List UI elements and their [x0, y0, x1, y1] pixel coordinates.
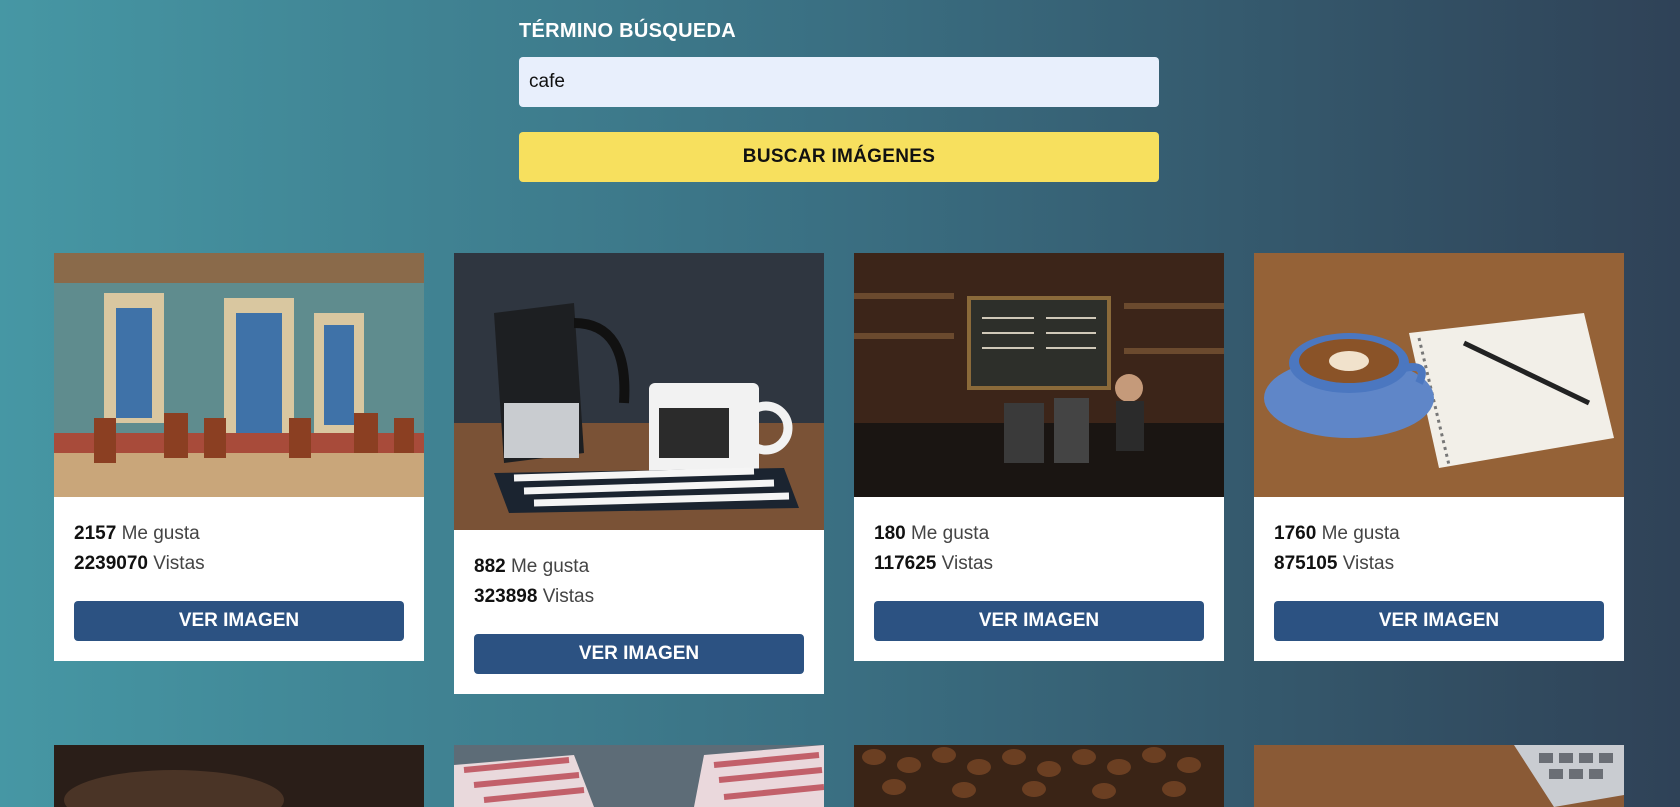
views-stat: 875105 Vistas [1274, 549, 1604, 579]
likes-label: Me gusta [1321, 523, 1400, 544]
likes-label: Me gusta [510, 556, 590, 577]
image-thumbnail [454, 253, 824, 530]
image-thumbnail [454, 745, 824, 807]
search-button[interactable]: BUSCAR IMÁGENES [519, 132, 1159, 182]
view-image-button[interactable]: VER IMAGEN [474, 634, 804, 674]
likes-count: 1760 [1274, 523, 1317, 544]
views-label: Vistas [1342, 553, 1395, 574]
likes-count: 180 [874, 523, 906, 544]
view-image-button[interactable]: VER IMAGEN [74, 601, 404, 641]
likes-label: Me gusta [910, 523, 990, 544]
image-thumbnail [854, 253, 1224, 497]
search-input[interactable] [519, 57, 1159, 107]
likes-stat: 1760 Me gusta [1274, 519, 1604, 549]
views-stat: 117625 Vistas [874, 549, 1204, 579]
image-card: 2157 Me gusta 2239070 Vistas VER IMAGEN [54, 253, 424, 661]
views-count: 2239070 [74, 553, 148, 574]
views-count: 117625 [874, 553, 937, 574]
views-stat: 323898 Vistas [474, 582, 804, 612]
likes-label: Me gusta [121, 523, 200, 544]
views-count: 323898 [474, 586, 538, 607]
card-body: 180 Me gusta 117625 Vistas VER IMAGEN [854, 497, 1224, 661]
image-thumbnail [854, 745, 1224, 807]
image-thumbnail [1254, 745, 1624, 807]
views-stat: 2239070 Vistas [74, 549, 404, 579]
image-thumbnail [1254, 253, 1624, 497]
likes-count: 882 [474, 556, 506, 577]
views-label: Vistas [941, 553, 994, 574]
image-card: 180 Me gusta 117625 Vistas VER IMAGEN [854, 253, 1224, 661]
card-body: 1760 Me gusta 875105 Vistas VER IMAGEN [1254, 497, 1624, 661]
card-body: 2157 Me gusta 2239070 Vistas VER IMAGEN [54, 497, 424, 661]
card-body: 882 Me gusta 323898 Vistas VER IMAGEN [454, 530, 824, 694]
views-count: 875105 [1274, 553, 1338, 574]
views-label: Vistas [153, 553, 205, 574]
view-image-button[interactable]: VER IMAGEN [874, 601, 1204, 641]
image-thumbnail [54, 745, 424, 807]
view-image-button[interactable]: VER IMAGEN [1274, 601, 1604, 641]
image-thumbnail [54, 253, 424, 497]
image-card: 1760 Me gusta 875105 Vistas VER IMAGEN [1254, 253, 1624, 661]
views-label: Vistas [542, 586, 595, 607]
image-card: 882 Me gusta 323898 Vistas VER IMAGEN [454, 253, 824, 694]
likes-stat: 2157 Me gusta [74, 519, 404, 549]
search-form: TÉRMINO BÚSQUEDA BUSCAR IMÁGENES [519, 20, 1159, 182]
search-label: TÉRMINO BÚSQUEDA [519, 20, 737, 42]
likes-count: 2157 [74, 523, 117, 544]
likes-stat: 882 Me gusta [474, 552, 804, 582]
likes-stat: 180 Me gusta [874, 519, 1204, 549]
